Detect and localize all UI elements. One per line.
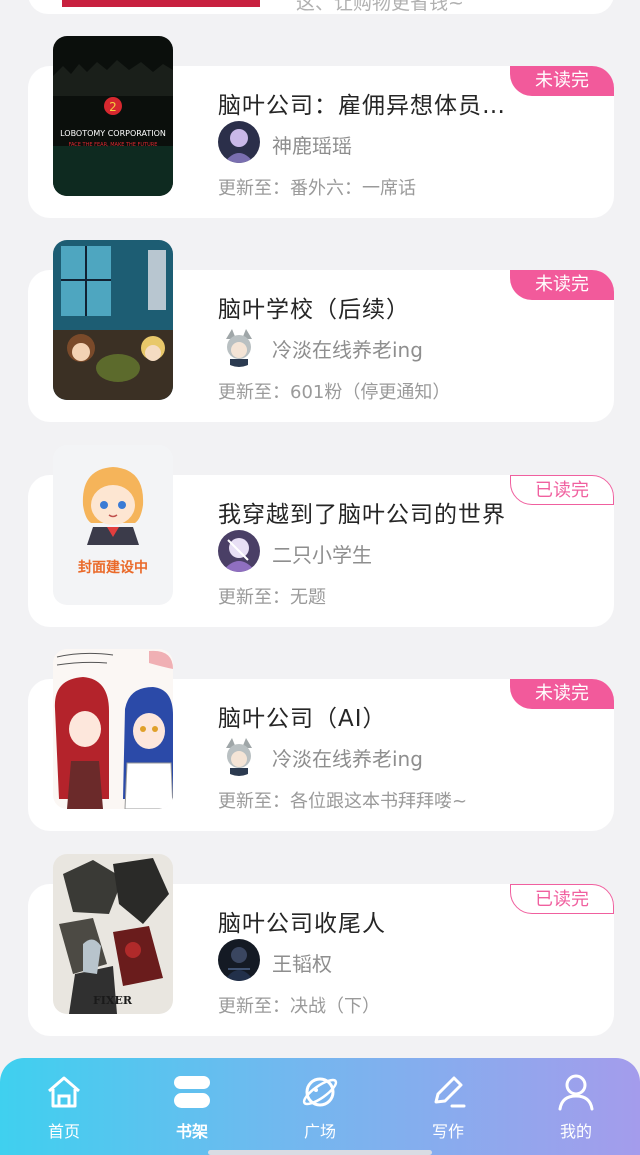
cover-subtitle: FACE THE FEAR, MAKE THE FUTURE [69, 142, 158, 148]
tab-label: 写作 [431, 1122, 464, 1141]
tab-plaza[interactable]: 广场 [280, 1072, 360, 1148]
book-title[interactable]: 我穿越到了脑叶公司的世界 [218, 495, 518, 529]
book-cover-partial [62, 0, 260, 7]
author-name[interactable]: 王韬权 [272, 948, 332, 977]
partial-text: 这、让购物更省钱~ [296, 0, 464, 14]
author-avatar[interactable] [218, 734, 260, 776]
tab-mine[interactable]: 我的 [536, 1072, 616, 1148]
update-info: 更新至：番外六：一席话 [218, 178, 416, 199]
svg-text:2: 2 [109, 100, 117, 114]
book-card[interactable]: 脑叶公司（AI） 冷淡在线养老ing 更新至：各位跟这本书拜拜喽~ 未读完 [28, 649, 614, 831]
author-avatar[interactable] [218, 325, 260, 367]
bottom-tab-bar: 首页 书架 广场 写作 我的 [0, 1058, 640, 1155]
status-badge: 未读完 [510, 270, 614, 300]
tab-label: 我的 [559, 1122, 592, 1141]
tab-home[interactable]: 首页 [24, 1072, 104, 1148]
book-title[interactable]: 脑叶公司：雇佣异想体员… [218, 86, 518, 120]
author-name[interactable]: 神鹿瑶瑶 [272, 130, 352, 159]
book-cover[interactable]: 封面建设中 [53, 445, 173, 605]
cover-title: LOBOTOMY CORPORATION [60, 129, 166, 138]
book-card[interactable]: 封面建设中 我穿越到了脑叶公司的世界 二只小学生 更新至：无题 已读完 [28, 445, 614, 627]
book-cover[interactable] [53, 649, 173, 809]
cover-placeholder-text: 封面建设中 [78, 559, 148, 576]
author-avatar[interactable] [218, 530, 260, 572]
status-badge: 未读完 [510, 679, 614, 709]
cover-title: FIXER [93, 994, 133, 1007]
book-card[interactable]: 2 LOBOTOMY CORPORATION FACE THE FEAR, MA… [28, 36, 614, 218]
update-info: 更新至：决战（下） [218, 996, 380, 1017]
update-info: 更新至：601粉（停更通知） [218, 382, 451, 403]
user-icon [558, 1074, 594, 1111]
book-cover[interactable]: FIXER [53, 854, 173, 1014]
book-card[interactable]: 脑叶学校（后续） 冷淡在线养老ing 更新至：601粉（停更通知） 未读完 [28, 240, 614, 422]
author-name[interactable]: 二只小学生 [272, 539, 372, 568]
book-title[interactable]: 脑叶学校（后续） [218, 290, 518, 324]
tab-label: 书架 [175, 1122, 208, 1141]
tab-bookshelf[interactable]: 书架 [152, 1072, 232, 1148]
author-avatar[interactable] [218, 121, 260, 163]
status-badge: 已读完 [510, 884, 614, 914]
book-cover[interactable]: 2 LOBOTOMY CORPORATION FACE THE FEAR, MA… [53, 36, 173, 196]
update-info: 更新至：无题 [218, 587, 326, 608]
status-badge: 未读完 [510, 66, 614, 96]
status-badge: 已读完 [510, 475, 614, 505]
book-card-partial[interactable]: 这、让购物更省钱~ [28, 0, 614, 14]
author-name[interactable]: 冷淡在线养老ing [272, 743, 423, 772]
book-title[interactable]: 脑叶公司收尾人 [218, 904, 518, 938]
author-avatar[interactable] [218, 939, 260, 981]
bookshelf-icon [174, 1076, 210, 1108]
tab-write[interactable]: 写作 [408, 1072, 488, 1148]
book-card[interactable]: FIXER 脑叶公司收尾人 王韬权 更新至：决战（下） 已读完 [28, 854, 614, 1036]
update-info: 更新至：各位跟这本书拜拜喽~ [218, 791, 468, 812]
author-name[interactable]: 冷淡在线养老ing [272, 334, 423, 363]
tab-label: 广场 [303, 1122, 336, 1141]
planet-icon [302, 1077, 338, 1107]
home-indicator [208, 1150, 432, 1155]
book-title[interactable]: 脑叶公司（AI） [218, 699, 518, 733]
book-cover[interactable] [53, 240, 173, 400]
tab-label: 首页 [47, 1122, 80, 1141]
pen-icon [434, 1076, 466, 1108]
home-icon [48, 1076, 80, 1108]
